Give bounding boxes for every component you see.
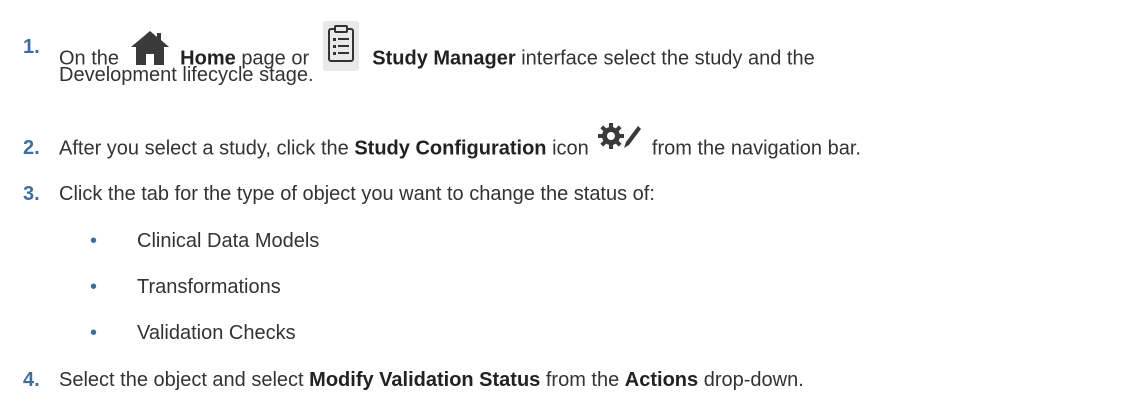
actions-label: Actions: [624, 369, 699, 391]
list-item: Transformations: [137, 276, 281, 298]
step-text: Select the object and select Modify Vali…: [59, 366, 804, 394]
list-item: Validation Checks: [137, 322, 296, 344]
step-text-part: Select the object and select: [59, 369, 304, 391]
list-item: Clinical Data Models: [137, 230, 320, 252]
modify-validation-status-label: Modify Validation Status: [309, 369, 541, 391]
bullet-marker: •: [90, 230, 98, 252]
bullet-marker: •: [90, 276, 98, 298]
step-number: 3.: [23, 183, 40, 205]
step-text-part: drop-down.: [703, 369, 804, 391]
step-text: After you select a study, click the Stud…: [59, 123, 861, 164]
bullet-marker: •: [90, 322, 98, 344]
step-number: 2.: [23, 137, 40, 159]
step-text-part: from the: [545, 369, 620, 391]
study-manager-label: Study Manager: [372, 47, 516, 70]
step-text-continuation: Development lifecycle stage.: [59, 61, 314, 89]
step-number: 4.: [23, 369, 40, 391]
clipboard-list-icon: [321, 20, 361, 72]
study-configuration-label: Study Configuration: [354, 137, 547, 160]
step-text: Click the tab for the type of object you…: [59, 180, 655, 208]
step-text-part: After you select a study, click the: [59, 137, 349, 160]
gear-pencil-icon: [598, 122, 642, 152]
step-text-part: Development lifecycle stage.: [59, 64, 314, 86]
step-text-part: interface select the study and the: [521, 47, 815, 70]
step-number: 1.: [23, 36, 40, 58]
step-text-part: icon: [552, 137, 589, 160]
step-text-part: from the navigation bar.: [651, 137, 861, 160]
step-text-part: Click the tab for the type of object you…: [59, 183, 655, 205]
